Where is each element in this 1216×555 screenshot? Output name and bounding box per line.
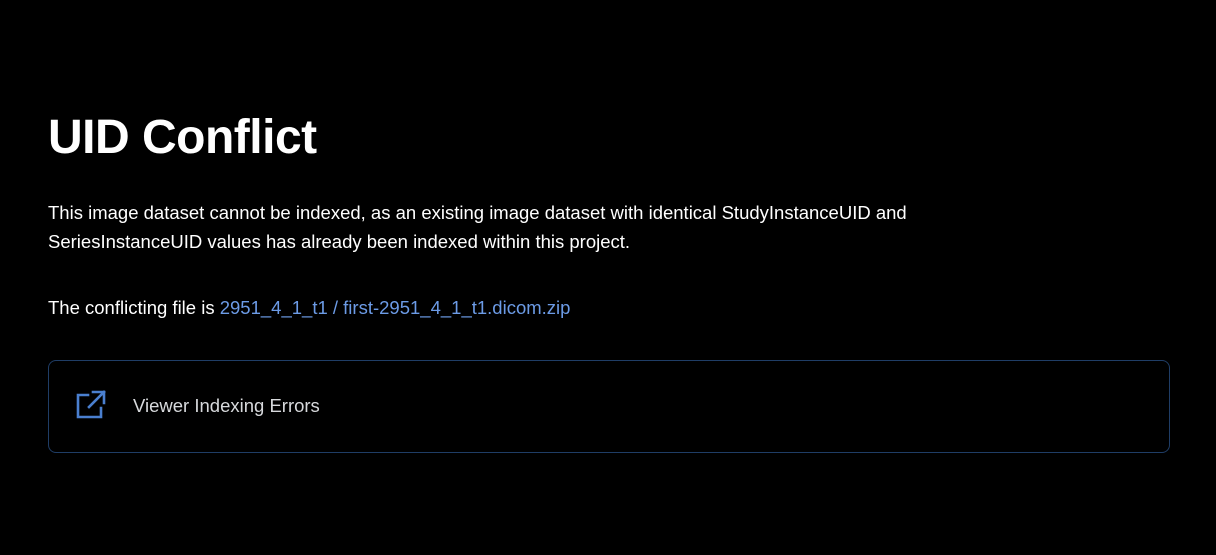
- conflict-description: This image dataset cannot be indexed, as…: [48, 202, 907, 252]
- conflicting-file-prefix: The conflicting file is: [48, 297, 220, 318]
- conflicting-file-line: The conflicting file is 2951_4_1_t1 / fi…: [48, 293, 570, 322]
- conflicting-file-link[interactable]: 2951_4_1_t1 / first-2951_4_1_t1.dicom.zi…: [220, 297, 571, 318]
- page-title: UID Conflict: [48, 111, 317, 164]
- viewer-indexing-errors-card[interactable]: Viewer Indexing Errors: [48, 360, 1170, 453]
- external-link-icon: [75, 389, 107, 421]
- viewer-indexing-errors-label: Viewer Indexing Errors: [133, 395, 320, 416]
